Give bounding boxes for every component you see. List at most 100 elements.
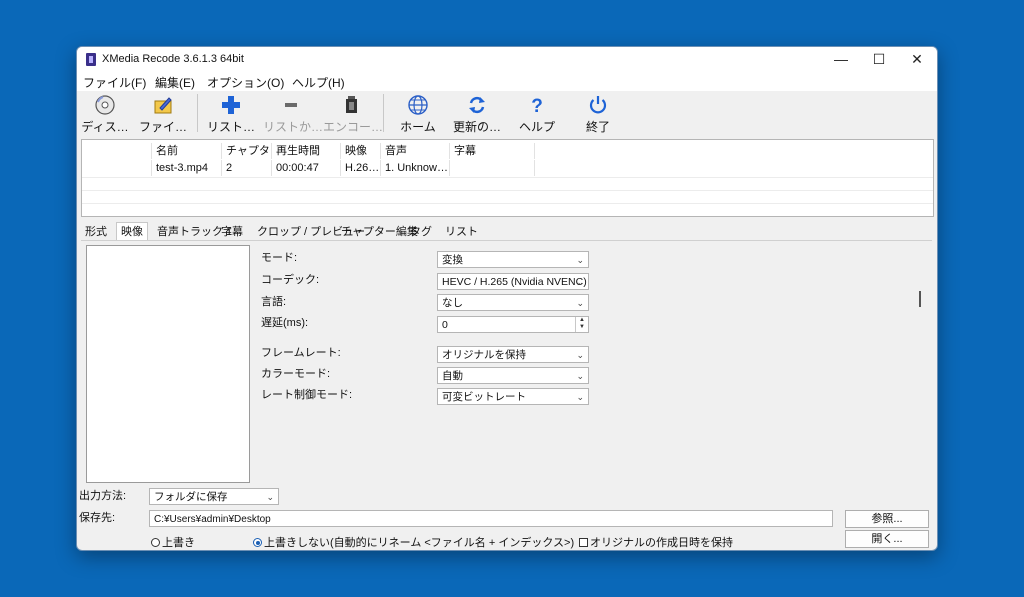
table-cell <box>450 160 535 176</box>
framerate-value: オリジナルを保持 <box>442 349 526 361</box>
file-open-button-label: ファイ… <box>138 120 187 134</box>
disc-button-label: ディス… <box>81 120 129 134</box>
column-header[interactable]: チャプター <box>222 143 272 159</box>
overwrite-radio[interactable]: 上書き <box>151 534 195 550</box>
radio-indicator <box>151 538 160 547</box>
color-mode-select[interactable]: 自動 ⌄ <box>437 367 589 384</box>
home-button[interactable]: ホーム <box>390 92 446 134</box>
browse-button[interactable]: 参照... <box>845 510 929 528</box>
tab-list[interactable]: リスト <box>441 223 482 241</box>
app-logo-icon <box>86 53 96 66</box>
overwrite-radio-label: 上書き <box>162 537 195 549</box>
menu-edit[interactable]: 編集(E) <box>155 74 195 91</box>
minus-icon <box>285 103 297 107</box>
chevron-down-icon: ⌄ <box>266 492 274 502</box>
refresh-icon <box>469 96 485 114</box>
add-to-list-button[interactable]: リスト… <box>203 92 259 134</box>
spinner-arrows-icon[interactable]: ▲ ▼ <box>575 317 588 332</box>
keep-original-date-checkbox[interactable]: オリジナルの作成日時を保持 <box>579 534 733 550</box>
file-open-button[interactable]: ファイ… <box>135 92 191 134</box>
table-cell: test-3.mp4 <box>152 160 222 176</box>
language-value: なし <box>442 297 463 309</box>
column-header[interactable]: 字幕 <box>450 143 535 159</box>
tab-tags[interactable]: タグ <box>406 223 436 241</box>
window-title: XMedia Recode 3.6.1.3 64bit <box>102 53 244 65</box>
exit-button[interactable]: 終了 <box>570 92 626 134</box>
mode-value: 変換 <box>442 254 463 266</box>
table-cell: 00:00:47 <box>272 160 341 176</box>
column-header[interactable]: 音声 <box>381 143 450 159</box>
color-mode-value: 自動 <box>442 370 463 382</box>
toolbar-separator <box>197 94 198 132</box>
plus-icon <box>222 96 240 114</box>
no-overwrite-radio[interactable]: 上書きしない(自動的にリネーム <ファイル名 + インデックス>) <box>253 534 574 550</box>
column-header[interactable] <box>82 143 152 159</box>
column-header[interactable]: 再生時間 <box>272 143 341 159</box>
settings-tabs: 形式 映像 音声トラック 1 字幕 クロップ / プレビュー チャプター編集 タ… <box>81 222 932 243</box>
output-method-label: 出力方法: <box>79 490 127 502</box>
tab-subtitles[interactable]: 字幕 <box>217 223 247 241</box>
checkbox-indicator <box>579 538 588 547</box>
mode-select[interactable]: 変換 ⌄ <box>437 251 589 268</box>
home-button-label: ホーム <box>400 120 436 134</box>
rate-control-value: 可変ビットレート <box>442 391 526 403</box>
title-bar[interactable]: XMedia Recode 3.6.1.3 64bit — ☐ ✕ <box>77 47 937 71</box>
color-mode-label: カラーモード: <box>261 368 331 380</box>
app-window: XMedia Recode 3.6.1.3 64bit — ☐ ✕ ファイル(F… <box>76 46 938 551</box>
check-update-button-label: 更新の… <box>452 120 501 134</box>
add-to-list-button-label: リスト… <box>206 120 255 134</box>
column-header[interactable]: 映像 <box>341 143 381 159</box>
close-button[interactable]: ✕ <box>899 50 935 68</box>
tab-format[interactable]: 形式 <box>81 223 111 241</box>
table-cell: H.26… <box>341 160 381 176</box>
no-overwrite-radio-label: 上書きしない(自動的にリネーム <ファイル名 + インデックス>) <box>264 537 575 549</box>
help-button[interactable]: ? ヘルプ <box>509 92 565 134</box>
question-icon: ? <box>531 96 543 116</box>
chevron-down-icon: ⌄ <box>576 255 584 265</box>
encode-button[interactable]: エンコー… <box>323 92 384 134</box>
video-track-list[interactable] <box>86 245 250 483</box>
chevron-down-icon: ⌄ <box>576 298 584 308</box>
remove-from-list-button[interactable]: リストか… <box>263 92 323 134</box>
keep-original-date-label: オリジナルの作成日時を保持 <box>590 537 733 549</box>
destination-label: 保存先: <box>79 512 116 524</box>
power-icon <box>589 96 607 114</box>
table-cell: 2 <box>222 160 272 176</box>
framerate-select[interactable]: オリジナルを保持 ⌄ <box>437 346 589 363</box>
rate-control-select[interactable]: 可変ビットレート ⌄ <box>437 388 589 405</box>
rate-control-label: レート制御モード: <box>261 389 353 401</box>
file-open-icon <box>154 97 172 114</box>
table-cell: 1. Unknow… <box>381 160 450 176</box>
encode-button-label: エンコー… <box>323 120 384 134</box>
language-label: 言語: <box>261 296 287 308</box>
framerate-label: フレームレート: <box>261 347 341 359</box>
delay-spinbox[interactable]: 0 ▲ ▼ <box>437 316 589 333</box>
scrollbar-thumb[interactable] <box>919 291 921 307</box>
menu-help[interactable]: ヘルプ(H) <box>292 74 345 91</box>
menu-file[interactable]: ファイル(F) <box>83 74 146 91</box>
maximize-button[interactable]: ☐ <box>861 50 897 68</box>
chevron-down-icon: ⌄ <box>576 277 584 287</box>
language-select[interactable]: なし ⌄ <box>437 294 589 311</box>
delay-value: 0 <box>442 319 448 331</box>
output-method-select[interactable]: フォルダに保存 ⌄ <box>149 488 279 505</box>
chevron-down-icon: ⌄ <box>576 392 584 402</box>
exit-button-label: 終了 <box>585 120 610 134</box>
svg-text:?: ? <box>531 96 543 116</box>
row-divider <box>82 203 933 204</box>
open-folder-button[interactable]: 開く... <box>845 530 929 548</box>
codec-select[interactable]: HEVC / H.265 (Nvidia NVENC) ⌄ <box>437 273 589 290</box>
menu-options[interactable]: オプション(O) <box>207 74 284 91</box>
chevron-down-icon: ⌄ <box>576 350 584 360</box>
toolbar: ディス… ファイ… リスト… リストか… エンコー… ホーム 更新の… ? ヘル… <box>77 91 937 137</box>
check-update-button[interactable]: 更新の… <box>449 92 505 134</box>
mode-label: モード: <box>261 252 298 264</box>
chevron-down-icon: ⌄ <box>576 371 584 381</box>
disc-button[interactable]: ディス… <box>77 92 133 134</box>
minimize-button[interactable]: — <box>823 50 859 68</box>
destination-path-input[interactable]: C:¥Users¥admin¥Desktop <box>149 510 833 527</box>
row-divider <box>82 190 933 191</box>
toolbar-separator <box>383 94 384 132</box>
file-list[interactable]: 名前 チャプター 再生時間 映像 音声 字幕 test-3.mp4 2 00:0… <box>81 139 934 217</box>
column-header[interactable]: 名前 <box>152 143 222 159</box>
